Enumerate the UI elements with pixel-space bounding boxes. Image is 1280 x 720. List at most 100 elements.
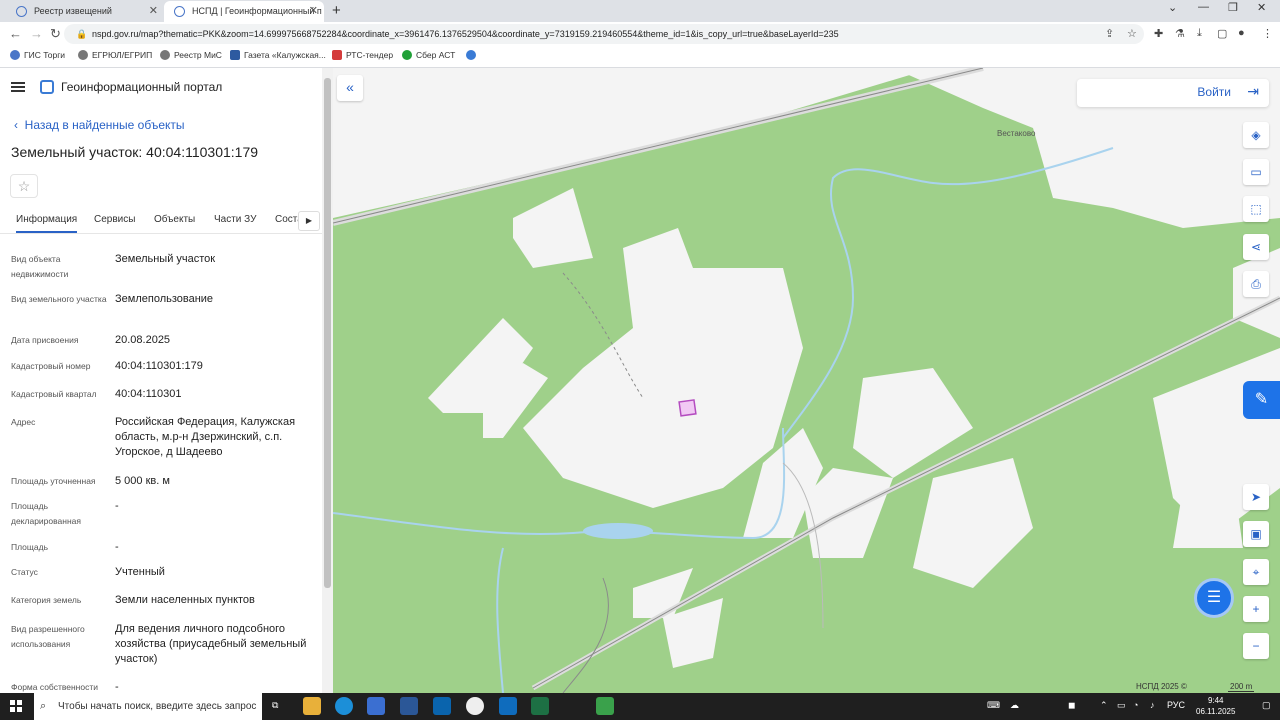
- sidepanel-icon[interactable]: ▢: [1217, 27, 1227, 40]
- pond: [583, 523, 653, 539]
- cloud-icon[interactable]: ☁: [1010, 700, 1019, 711]
- windows-start-icon[interactable]: [10, 700, 22, 712]
- lock-icon: 🔒: [76, 29, 88, 39]
- bookmark-item[interactable]: Газета «Калужская...: [230, 50, 326, 60]
- close-window-icon[interactable]: ✕: [1257, 1, 1266, 14]
- back-to-results-link[interactable]: ‹ Назад в найденные объекты: [14, 118, 185, 132]
- sidebar-scrollbar[interactable]: [322, 68, 333, 693]
- outlook-icon[interactable]: [499, 697, 517, 715]
- bookmark-item[interactable]: Сбер АСТ: [402, 50, 455, 60]
- geo-search-icon[interactable]: ⌖: [1243, 559, 1269, 585]
- share-icon[interactable]: ⇪: [1105, 27, 1114, 40]
- tab-information[interactable]: Информация: [16, 214, 78, 233]
- url-text: nspd.gov.ru/map?thematic=PKK&zoom=14.699…: [92, 29, 839, 39]
- menu-dots-icon[interactable]: ⋮: [1262, 27, 1273, 40]
- maximize-icon[interactable]: ❐: [1228, 1, 1238, 14]
- taskbar-search-input[interactable]: ⌕ Чтобы начать поиск, введите здесь запр…: [34, 693, 262, 720]
- bookmark-item[interactable]: ГИС Торги: [10, 50, 65, 60]
- clock-date: 06.11.2025: [1196, 707, 1236, 716]
- show-hidden-icon[interactable]: ⌃: [1100, 700, 1108, 711]
- area-select-icon[interactable]: ⬚: [1243, 196, 1269, 222]
- ruler-icon[interactable]: ▭: [1243, 159, 1269, 185]
- extensions-icon[interactable]: ✚: [1154, 27, 1163, 40]
- forward-arrow-icon[interactable]: →: [30, 26, 43, 41]
- language-indicator[interactable]: РУС: [1167, 700, 1185, 710]
- tab-favicon-icon: [174, 6, 185, 17]
- bookmark-item[interactable]: Реестр МиС: [160, 50, 222, 60]
- mail-icon[interactable]: [433, 697, 451, 715]
- chat-icon[interactable]: ☰: [1194, 578, 1234, 618]
- locate-me-icon[interactable]: ➤: [1243, 484, 1269, 510]
- tray-app-icon[interactable]: ◼: [1068, 700, 1075, 711]
- back-arrow-icon[interactable]: ←: [9, 26, 22, 41]
- windows-taskbar: ⌕ Чтобы начать поиск, введите здесь запр…: [0, 693, 1280, 720]
- land-parcel: [678, 399, 697, 417]
- bookmark-star-icon[interactable]: ☆: [1127, 27, 1137, 40]
- minimap-icon[interactable]: ▣: [1243, 521, 1269, 547]
- tab-search-icon[interactable]: ⌄: [1168, 1, 1177, 14]
- minimize-icon[interactable]: —: [1198, 1, 1209, 13]
- tab-close-icon[interactable]: ✕: [149, 1, 158, 22]
- file-explorer-icon[interactable]: [303, 697, 321, 715]
- chevron-left-icon: ‹: [14, 118, 25, 132]
- clock-time: 9:44: [1207, 696, 1224, 705]
- hamburger-menu-icon[interactable]: [11, 82, 25, 92]
- place-label-text: Вестаково: [997, 129, 1036, 138]
- system-clock[interactable]: 9:44 06.11.2025: [1196, 695, 1235, 717]
- edge-icon[interactable]: [335, 697, 353, 715]
- assistant-badge-icon[interactable]: ✎: [1243, 381, 1280, 419]
- bookmark-item[interactable]: РТС-тендер: [332, 50, 393, 60]
- tab-registry[interactable]: Реестр извещений ✕: [6, 1, 164, 22]
- store-icon[interactable]: [367, 697, 385, 715]
- url-field[interactable]: 🔒 nspd.gov.ru/map?thematic=PKK&zoom=14.6…: [64, 24, 1144, 44]
- network-icon[interactable]: ▭: [1117, 700, 1126, 711]
- bookmark-item[interactable]: ЕГРЮЛ/ЕГРИП: [78, 50, 152, 60]
- lab-icon[interactable]: ⚗: [1175, 27, 1185, 40]
- layers-icon[interactable]: ◈: [1243, 122, 1269, 148]
- login-arrow-icon: ⇥: [1247, 83, 1259, 99]
- download-icon[interactable]: ⤓: [1197, 27, 1202, 40]
- task-view-icon[interactable]: ⧉: [272, 700, 278, 711]
- reload-icon[interactable]: ↻: [50, 26, 61, 42]
- tab-objects[interactable]: Объекты: [154, 214, 195, 225]
- print-icon[interactable]: ⎙: [1243, 271, 1269, 297]
- tab-label: НСПД | Геоинформационный п: [192, 6, 322, 16]
- bookmark-favicon-icon: [230, 50, 240, 60]
- share-map-icon[interactable]: ⋖: [1243, 234, 1269, 260]
- new-tab-icon[interactable]: +: [332, 2, 341, 19]
- profile-icon[interactable]: ●: [1238, 27, 1245, 39]
- portal-title: Геоинформационный портал: [61, 80, 223, 94]
- map-scale: 200 m: [1228, 682, 1255, 692]
- tabs-scroll-right-icon[interactable]: ▶: [298, 211, 320, 231]
- collapse-panel-icon[interactable]: «: [337, 75, 363, 101]
- bookmark-favicon-icon: [332, 50, 342, 60]
- volume-icon[interactable]: ♪: [1150, 700, 1155, 710]
- zoom-in-icon[interactable]: +: [1243, 596, 1269, 622]
- favorite-star-icon[interactable]: ☆: [10, 174, 38, 198]
- info-tabs: Информация Сервисы Объекты Части ЗУ Сост…: [0, 210, 322, 234]
- search-icon: ⌕: [40, 700, 47, 712]
- scrollbar-thumb[interactable]: [324, 78, 331, 588]
- bookmark-favicon-icon: [160, 50, 170, 60]
- bookmark-favicon-icon: [78, 50, 88, 60]
- tab-parts[interactable]: Части ЗУ: [214, 214, 256, 225]
- portal-logo-icon: [40, 80, 54, 94]
- bookmark-favicon-icon: [466, 50, 476, 60]
- tab-nspd[interactable]: НСПД | Геоинформационный п ✕: [164, 1, 324, 22]
- tab-close-icon[interactable]: ✕: [309, 1, 318, 22]
- home-app-icon[interactable]: [596, 697, 614, 715]
- tab-services[interactable]: Сервисы: [94, 214, 135, 225]
- chrome-icon[interactable]: [466, 697, 484, 715]
- address-bar: ← → ↻ 🔒 nspd.gov.ru/map?thematic=PKK&zoo…: [0, 22, 1280, 46]
- map-attribution: НСПД 2025 ©: [1136, 682, 1187, 691]
- word-icon[interactable]: [400, 697, 418, 715]
- keyboard-icon[interactable]: ⌨: [987, 700, 1000, 711]
- excel-icon[interactable]: [531, 697, 549, 715]
- object-title: Земельный участок: 40:04:110301:179: [11, 144, 259, 160]
- wifi-icon[interactable]: ◔: [1133, 700, 1138, 710]
- info-sidebar: Геоинформационный портал ‹ Назад в найде…: [0, 68, 333, 693]
- zoom-out-icon[interactable]: −: [1243, 633, 1269, 659]
- login-button[interactable]: Войти ⇥: [1077, 79, 1269, 107]
- notifications-icon[interactable]: ▢: [1262, 700, 1271, 711]
- map-canvas[interactable]: Вестаково: [333, 68, 1280, 693]
